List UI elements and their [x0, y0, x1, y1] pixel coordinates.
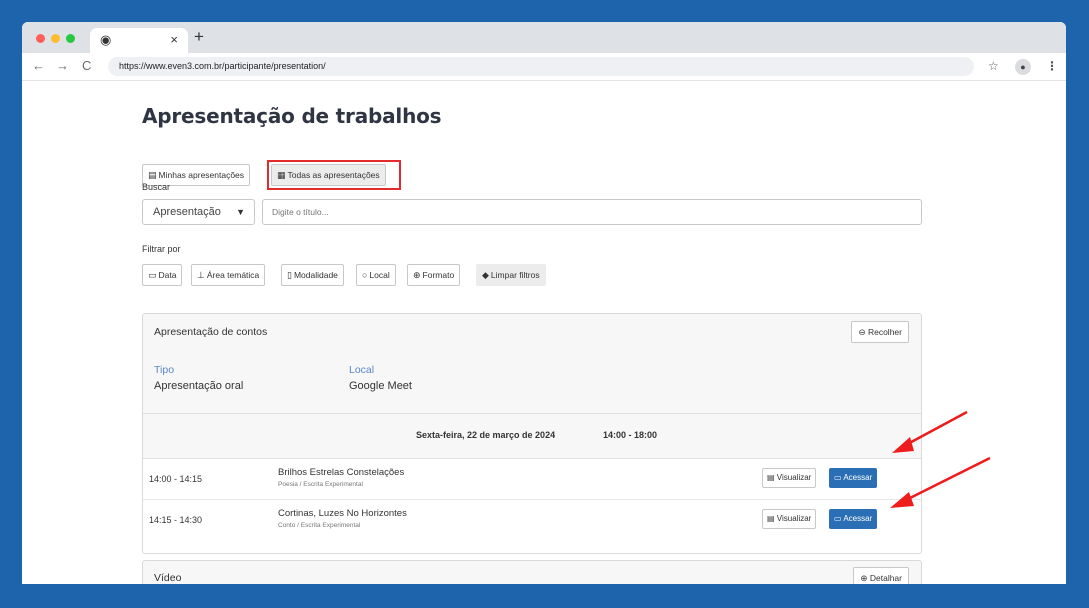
detail-button[interactable]: ⊕ Detalhar [853, 567, 909, 584]
flask-icon: ⊥ [197, 270, 205, 280]
place-label: Local [349, 364, 375, 376]
session-title: Vídeo [154, 572, 182, 584]
page-title: Apresentação de trabalhos [142, 104, 442, 128]
reload-icon[interactable]: C [82, 59, 91, 73]
browser-tab[interactable]: ◉ × [90, 28, 188, 53]
access-button[interactable]: ▭ Acessar [829, 509, 878, 529]
maximize-window-button[interactable] [66, 34, 75, 43]
red-arrow-annotation [890, 456, 991, 508]
document-icon: ▤ [767, 473, 775, 482]
view-label: Visualizar [776, 514, 812, 523]
row-time: 14:00 - 14:15 [149, 474, 203, 484]
filter-label-text: Limpar filtros [490, 270, 540, 280]
chevron-down-icon: ▼ [236, 207, 245, 217]
select-value: Apresentação [153, 206, 221, 218]
filter-label-text: Modalidade [293, 270, 338, 280]
plus-circle-icon: ⊕ [860, 573, 868, 583]
table-row: 14:15 - 14:30 Cortinas, Luzes No Horizon… [143, 500, 921, 541]
eraser-icon: ◆ [482, 270, 489, 280]
tab-label: Minhas apresentações [158, 170, 245, 180]
type-value: Apresentação oral [154, 380, 244, 392]
row-time: 14:15 - 14:30 [149, 515, 203, 525]
session-title: Apresentação de contos [154, 326, 268, 338]
calendar-icon: ▭ [148, 270, 157, 280]
row-title: Cortinas, Luzes No Horizontes [278, 508, 407, 519]
view-label: Visualizar [776, 473, 812, 482]
session-card-header: Apresentação de contos ⊖ Recolher Tipo A… [143, 314, 921, 414]
filter-data-button[interactable]: ▭ Data [142, 264, 183, 286]
filter-label-text: Formato [422, 270, 455, 280]
minimize-window-button[interactable] [51, 34, 60, 43]
browser-toolbar: ← → C https://www.even3.com.br/participa… [22, 53, 1066, 81]
minus-circle-icon: ⊖ [858, 327, 866, 337]
filter-label-text: Área temática [206, 270, 260, 280]
close-window-button[interactable] [36, 34, 45, 43]
document-icon: ▤ [767, 514, 775, 523]
forward-arrow-icon[interactable]: → [56, 59, 69, 73]
session-card: Apresentação de contos ⊖ Recolher Tipo A… [142, 313, 922, 554]
close-tab-icon[interactable]: × [170, 33, 178, 47]
access-button[interactable]: ▭ Acessar [829, 468, 878, 488]
location-icon: ○ [362, 270, 368, 280]
search-input[interactable] [262, 199, 922, 225]
collapse-label: Recolher [867, 327, 902, 337]
video-session-card: Vídeo ⊕ Detalhar [142, 560, 922, 584]
row-title: Brilhos Estrelas Constelações [278, 467, 405, 478]
tab-strip: ◉ × + [22, 22, 1066, 53]
filter-modalidade-button[interactable]: ▯ Modalidade [281, 264, 344, 286]
back-arrow-icon[interactable]: ← [32, 59, 45, 73]
file-icon: ▯ [287, 270, 292, 280]
row-subtitle: Poesia / Escrita Experimental [278, 481, 363, 488]
presentation-icon: ▤ [148, 170, 157, 180]
browser-window: ◉ × + ← → C https://www.even3.com.br/par… [22, 22, 1066, 584]
day-time: 14:00 - 18:00 [603, 430, 658, 440]
monitor-icon: ▭ [834, 514, 842, 523]
type-label: Tipo [154, 364, 175, 376]
clear-filters-button[interactable]: ◆ Limpar filtros [476, 264, 546, 286]
profile-avatar-icon[interactable]: ● [1015, 59, 1031, 75]
collapse-button[interactable]: ⊖ Recolher [851, 321, 909, 343]
table-row: 14:00 - 14:15 Brilhos Estrelas Constelaç… [143, 459, 921, 500]
filter-label-text: Local [369, 270, 390, 280]
new-tab-button[interactable]: + [194, 28, 204, 46]
chrome-icon: ◉ [100, 32, 112, 47]
highlight-box [267, 160, 401, 190]
place-value: Google Meet [349, 380, 412, 392]
search-type-select[interactable]: Apresentação ▼ [142, 199, 255, 225]
filter-label: Filtrar por [142, 244, 181, 254]
menu-icon[interactable]: ⋮ [1046, 58, 1058, 74]
filter-local-button[interactable]: ○ Local [356, 264, 396, 286]
row-subtitle: Conto / Escrita Experimental [278, 522, 361, 529]
address-bar[interactable]: https://www.even3.com.br/participante/pr… [108, 57, 974, 76]
format-icon: ⊕ [413, 270, 421, 280]
bookmark-star-icon[interactable]: ☆ [988, 58, 999, 74]
view-button[interactable]: ▤ Visualizar [762, 509, 817, 529]
view-button[interactable]: ▤ Visualizar [762, 468, 817, 488]
access-label: Acessar [843, 473, 873, 482]
filter-formato-button[interactable]: ⊕ Formato [407, 264, 461, 286]
search-label: Buscar [142, 182, 171, 192]
day-date: Sexta-feira, 22 de março de 2024 [416, 430, 556, 440]
day-header: Sexta-feira, 22 de março de 2024 14:00 -… [143, 414, 921, 459]
detail-label: Detalhar [869, 573, 902, 583]
access-label: Acessar [843, 514, 873, 523]
monitor-icon: ▭ [834, 473, 842, 482]
filter-area-button[interactable]: ⊥ Área temática [191, 264, 266, 286]
filter-label-text: Data [158, 270, 177, 280]
